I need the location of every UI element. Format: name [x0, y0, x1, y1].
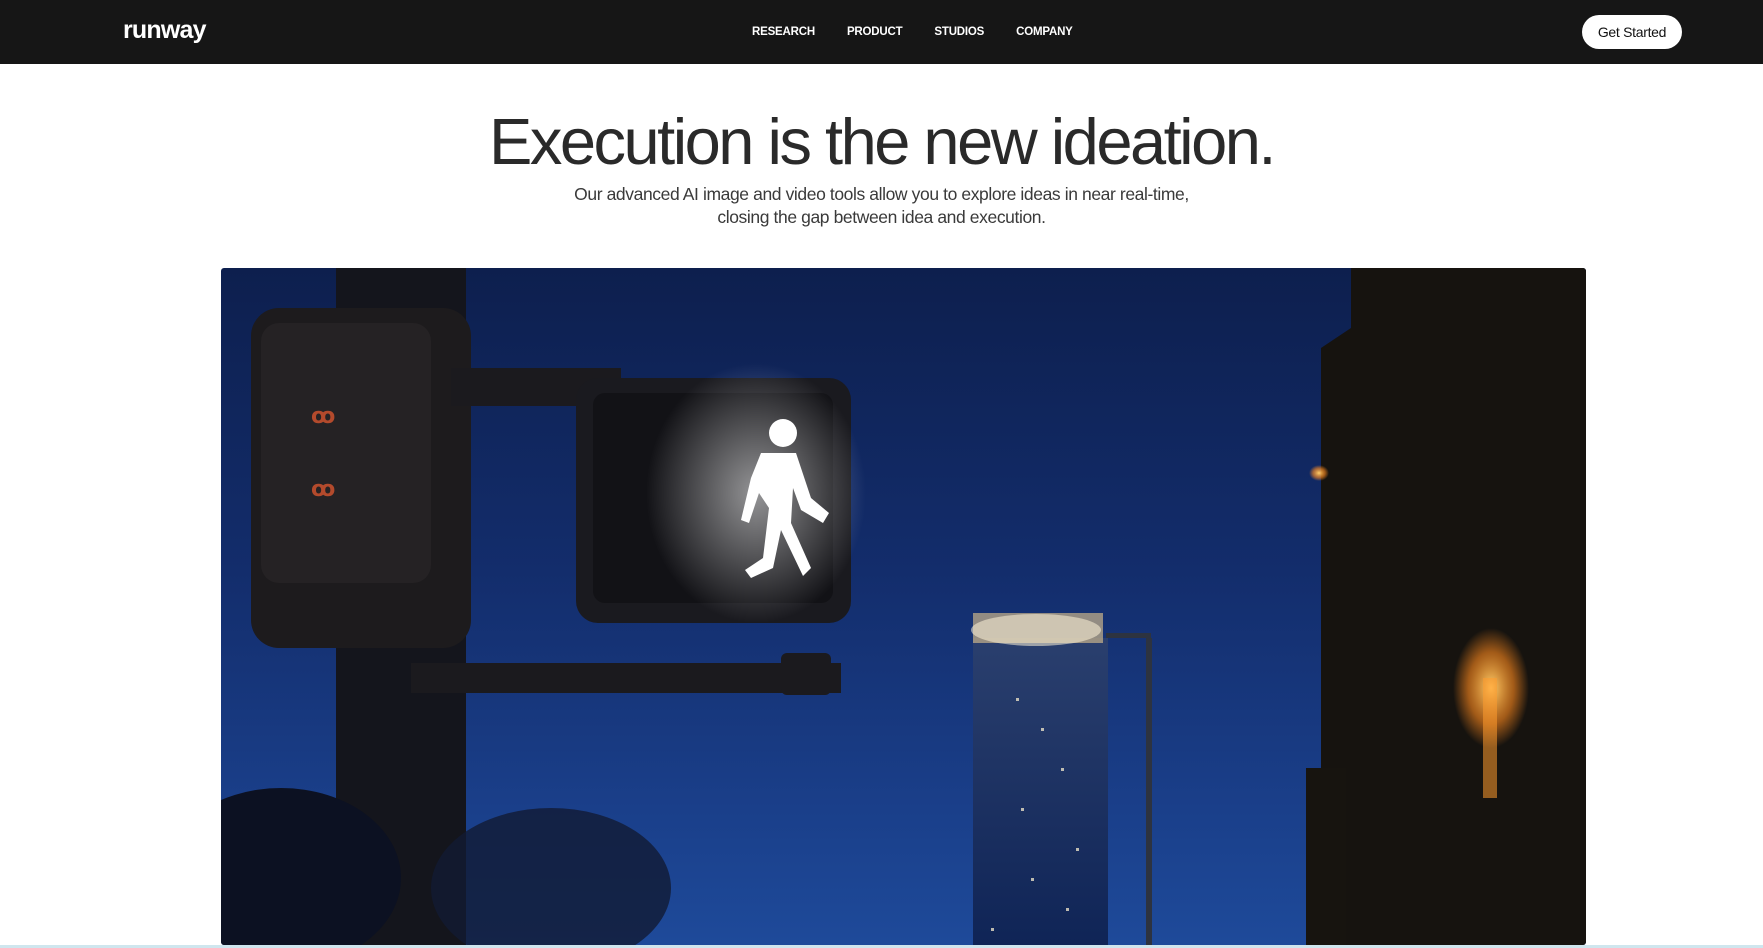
skyscraper	[973, 638, 1108, 945]
get-started-button[interactable]: Get Started	[1582, 15, 1682, 49]
hero-title: Execution is the new ideation.	[489, 105, 1276, 178]
svg-text:ꝏ: ꝏ	[311, 404, 335, 429]
walk-signal-video-frame: ꝏ ꝏ	[221, 268, 1586, 945]
right-building	[1321, 268, 1586, 945]
hero-subtitle: Our advanced AI image and video tools al…	[0, 183, 1763, 229]
hero-video[interactable]: ꝏ ꝏ	[221, 268, 1586, 945]
nav-studios-link[interactable]: STUDIOS	[934, 26, 984, 38]
hero-subtitle-line-1: Our advanced AI image and video tools al…	[574, 184, 1189, 204]
svg-text:ꝏ: ꝏ	[311, 477, 335, 502]
runway-logo[interactable]: runway	[123, 16, 207, 45]
nav-product-link[interactable]: PRODUCT	[847, 26, 903, 38]
nav-research-link[interactable]: RESEARCH	[752, 26, 815, 38]
hero-subtitle-line-2: closing the gap between idea and executi…	[717, 207, 1046, 227]
nav-company-link[interactable]: COMPANY	[1016, 26, 1073, 38]
main-nav: RESEARCH PRODUCT STUDIOS COMPANY	[752, 26, 1105, 38]
top-navigation-bar: runway RESEARCH PRODUCT STUDIOS COMPANY …	[0, 0, 1763, 64]
